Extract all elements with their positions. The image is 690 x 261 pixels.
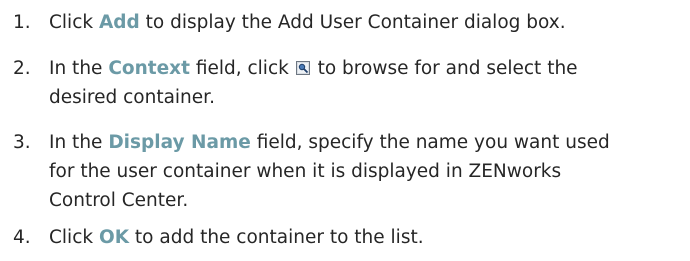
step-number: 3.: [13, 132, 31, 153]
instruction-document: 1. Click Add to display the Add User Con…: [0, 0, 690, 261]
step-text-segment: to display the Add User Container dialog…: [139, 12, 566, 33]
step-text-segment: desired container.: [49, 87, 215, 108]
step-text-segment: to add the container to the list.: [129, 227, 424, 248]
step-text: In the Display Name field, specify the n…: [49, 128, 679, 215]
step-text-segment: field, specify the name you want used: [250, 132, 610, 153]
step-text: Click OK to add the container to the lis…: [49, 223, 679, 252]
step-text-segment: to browse for and select the: [311, 58, 578, 79]
step-text-segment: In the: [49, 58, 109, 79]
ui-term-context: Context: [108, 58, 190, 79]
step-text-segment: Click: [49, 227, 99, 248]
step-number: 2.: [13, 58, 31, 79]
step-text: In the Context field, click to browse fo…: [49, 54, 679, 112]
step-text-segment: for the user container when it is displa…: [49, 161, 562, 182]
step-text-segment: field, click: [189, 58, 295, 79]
ui-term-add: Add: [98, 12, 140, 33]
step-number: 1.: [13, 12, 31, 33]
step-text-segment: Click: [49, 12, 99, 33]
step-text-segment: Control Center.: [49, 190, 189, 211]
ui-term-display-name: Display Name: [108, 132, 251, 153]
step-text: Click Add to display the Add User Contai…: [49, 8, 679, 37]
ui-term-ok: OK: [98, 227, 130, 248]
step-text-segment: In the: [49, 132, 109, 153]
browse-icon: [295, 61, 310, 75]
step-number: 4.: [13, 227, 31, 248]
